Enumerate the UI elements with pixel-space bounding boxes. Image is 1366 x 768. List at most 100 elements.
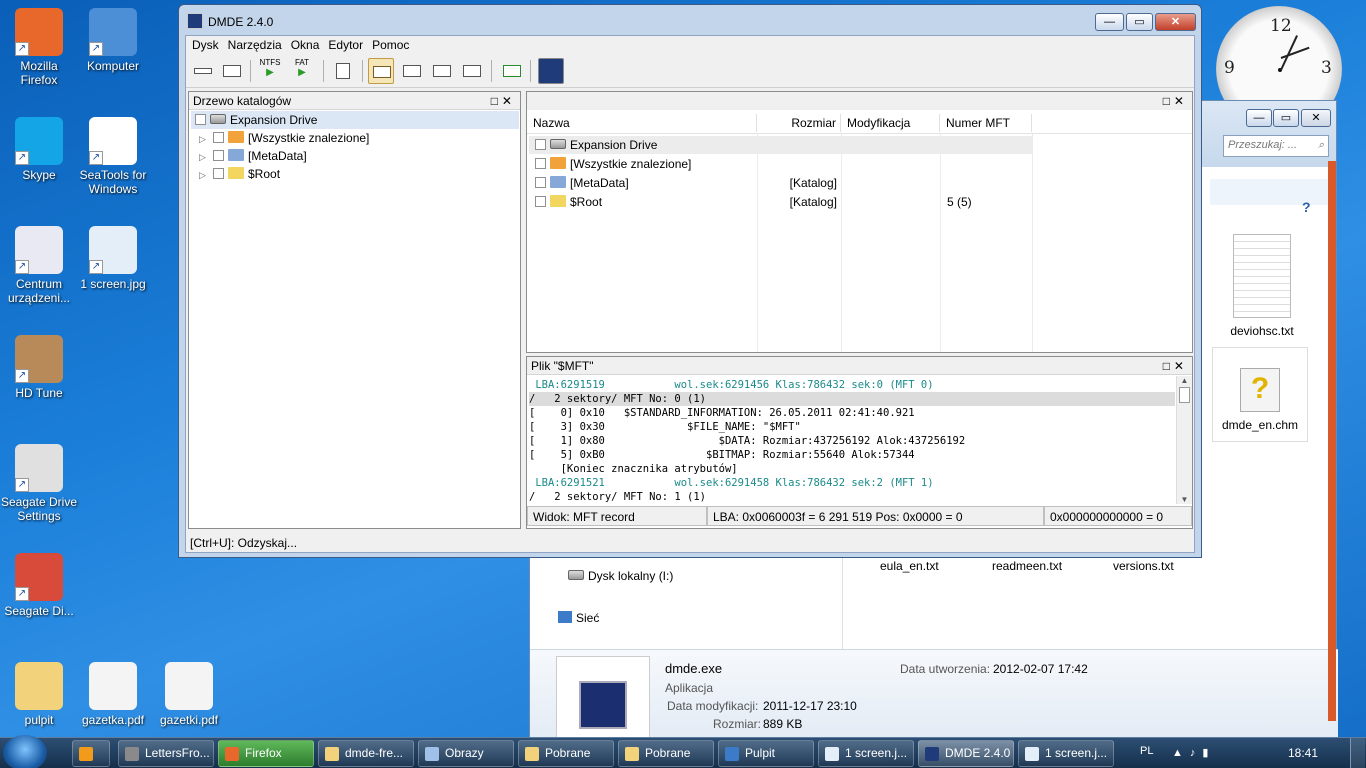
menu-disk[interactable]: Dysk [192,36,226,54]
tree-item-all-found[interactable]: ▷ [Wszystkie znalezione] [199,129,369,147]
desktop-icon[interactable]: ↗ Centrum urządzeni... [0,226,78,305]
dmde-logo-button[interactable] [538,58,564,84]
detail-modified: 2011-12-17 23:10 [763,699,857,713]
list-row[interactable]: Expansion Drive [529,136,1033,154]
mft-pane-title: Plik "$MFT" [531,359,594,373]
clock-time[interactable]: 18:41 [1288,746,1318,760]
device-center-icon: ↗ [15,226,63,274]
maximize-button[interactable]: ▭ [1273,109,1299,127]
maximize-button[interactable]: ▭ [1126,13,1153,31]
tree-item-expansion-drive[interactable]: Expansion Drive [191,111,519,129]
nav-local-disk[interactable]: Dysk lokalny (I:) [568,567,673,585]
tree-view-button[interactable] [368,58,394,84]
desktop-icon[interactable]: ↗ HD Tune [0,335,78,400]
column-modified[interactable]: Modyfikacja [841,114,940,132]
desktop-icon[interactable]: gazetka.pdf [74,662,152,727]
list-row[interactable]: [MetaData] [Katalog] [529,174,1033,192]
pane-buttons[interactable]: □✕ [1163,94,1188,108]
column-mft[interactable]: Numer MFT [940,114,1032,132]
menu-windows[interactable]: Okna [291,36,327,54]
minimize-button[interactable]: — [1095,13,1124,31]
directory-tree-pane: Drzewo katalogów □✕ Expansion Drive ▷ [Wsz… [188,91,521,529]
app-icon [125,747,139,761]
close-button[interactable]: ✕ [1155,13,1196,31]
detail-size: 889 KB [763,717,803,731]
desktop-icon[interactable]: gazetki.pdf [150,662,228,727]
desktop-icon[interactable]: ↗ SeaTools for Windows [74,117,152,196]
details-view-button[interactable] [429,58,455,84]
list-header: Nazwa Rozmiar Modyfikacja Numer MFT [527,114,1192,134]
list-row[interactable]: $Root [Katalog] 5 (5) [529,193,1033,211]
mft-line: [ 5] 0xB0 $BITMAP: Rozmiar:55640 Alok:57… [529,449,915,461]
ntfs-tools-button[interactable]: NTFS ▶ [257,58,283,84]
folder-icon [228,149,244,161]
desktop-icon[interactable]: ↗ Mozilla Firefox [0,8,78,87]
show-desktop-button[interactable] [1350,738,1365,768]
file-eula[interactable]: eula_en.txt [880,557,939,575]
media-player-button[interactable] [72,740,110,767]
pane-buttons[interactable]: □✕ [1163,359,1188,373]
taskbar-item[interactable]: dmde-fre... [318,740,414,767]
taskbar-item[interactable]: 1 screen.j... [818,740,914,767]
tree-item-metadata[interactable]: ▷ [MetaData] [199,147,307,165]
close-button[interactable]: ✕ [1301,109,1331,127]
mft-line: [ 0] 0x10 $STANDARD_INFORMATION: 26.05.2… [529,407,915,419]
find-button[interactable] [459,58,485,84]
firefox-icon: ↗ [15,8,63,56]
seagate-installer-icon: ↗ [15,553,63,601]
drive-icon [550,139,566,149]
taskbar-item[interactable]: 1 screen.j... [1018,740,1114,767]
taskbar-item[interactable]: Pobrane [618,740,714,767]
recover-button[interactable] [499,58,525,84]
file-versions[interactable]: versions.txt [1113,557,1174,575]
folder-icon [228,131,244,143]
file-dmde-chm[interactable]: dmde_en.chm [1213,418,1307,432]
start-button[interactable] [3,735,47,768]
open-volume-button[interactable] [219,58,245,84]
taskbar-item[interactable]: DMDE 2.4.0 [918,740,1014,767]
taskbar-item[interactable]: Firefox [218,740,314,767]
taskbar-item[interactable]: LettersFro... [118,740,214,767]
nav-network[interactable]: Sieć [558,609,599,627]
taskbar: LettersFro... Firefox dmde-fre... Obrazy Pob… [0,735,1366,768]
tree-item-root[interactable]: ▷ $Root [199,165,280,183]
column-size[interactable]: Rozmiar [757,114,841,132]
desktop-icon[interactable]: ↗ Seagate Di... [0,553,78,618]
dmde-logo-icon [187,13,203,29]
taskbar-item[interactable]: Pulpit [718,740,814,767]
mft-record-view[interactable]: LBA:6291519 wol.sek:6291456 Klas:786432 … [527,376,1177,504]
file-deviohsc[interactable]: deviohsc.txt [1212,324,1312,338]
app-icon [725,747,739,761]
desktop-icon[interactable]: ↗ Komputer [74,8,152,73]
menu-editor[interactable]: Edytor [328,36,370,54]
menu-help[interactable]: Pomoc [372,36,416,54]
mft-line: / 2 sektory/ MFT No: 1 (1) [529,491,707,503]
tray-icons[interactable]: ▲♪▮ [1172,746,1215,759]
file-readmeen[interactable]: readmeen.txt [992,557,1062,575]
language-indicator[interactable]: PL [1140,745,1153,757]
desktop-icon[interactable]: ↗ Seagate Drive Settings [0,444,78,523]
fat-tools-button[interactable]: FAT ▶ [289,58,315,84]
taskbar-item[interactable]: Pobrane [518,740,614,767]
list-row[interactable]: [Wszystkie znalezione] [529,155,1033,173]
mft-line: [ 3] 0x30 $FILE_NAME: "$MFT" [529,421,801,433]
minimize-button[interactable]: — [1246,109,1272,127]
open-disk-button[interactable] [190,58,216,84]
taskbar-item[interactable]: Obrazy [418,740,514,767]
desktop-icon[interactable]: ↗ 1 screen.jpg [74,226,152,291]
column-name[interactable]: Nazwa [527,114,757,132]
seatools-icon: ↗ [89,117,137,165]
drive-icon [210,114,226,124]
dmde-window: DMDE 2.4.0 — ▭ ✕ Dysk Narzędzia Okna Edy… [178,4,1202,558]
desktop-icon[interactable]: pulpit [0,662,78,727]
new-file-button[interactable] [330,58,356,84]
search-input[interactable]: Przeszukaj: ... ⌕ [1223,135,1329,157]
help-icon[interactable]: ? [1302,199,1311,215]
menu-bar: Dysk Narzędzia Okna Edytor Pomoc [186,36,1194,54]
vertical-scrollbar[interactable]: ▲ ▼ [1176,376,1192,504]
pane-buttons[interactable]: □✕ [491,94,516,108]
desktop-icon[interactable]: ↗ Skype [0,117,78,182]
list-view-button[interactable] [399,58,425,84]
menu-tools[interactable]: Narzędzia [228,36,289,54]
detail-type: Aplikacja [665,681,714,695]
